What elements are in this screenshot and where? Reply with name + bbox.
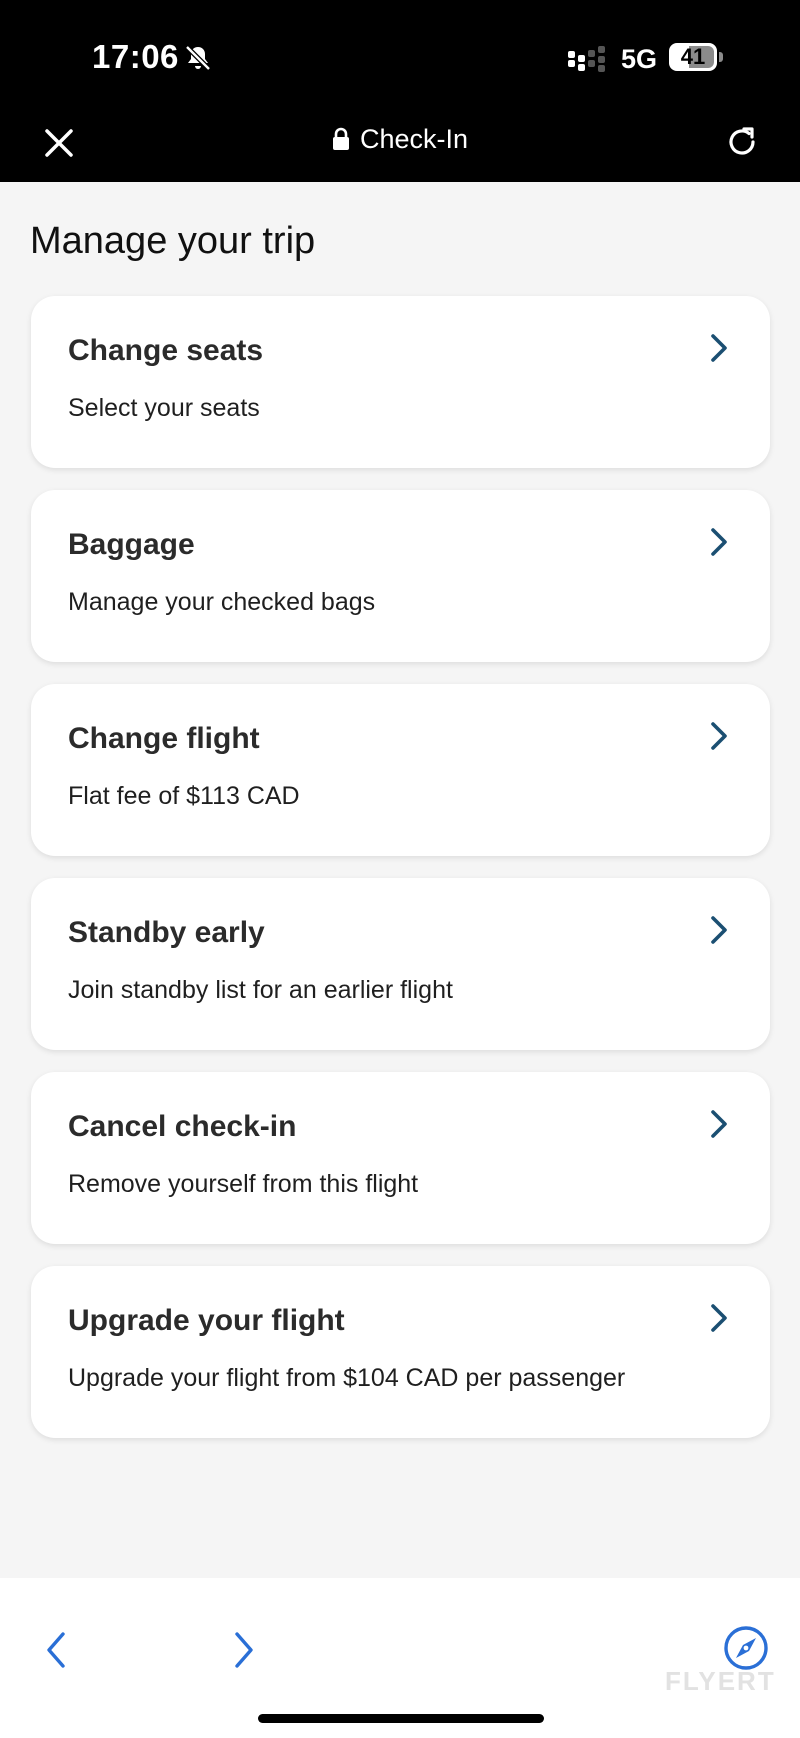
battery-level: 41 xyxy=(680,44,706,69)
chevron-right-icon xyxy=(711,1304,727,1332)
chevron-right-icon xyxy=(711,528,727,556)
chevron-right-icon xyxy=(711,334,727,362)
browser-toolbar: FLYERT xyxy=(0,1578,800,1738)
option-title: Baggage xyxy=(68,528,195,561)
option-cancel-check-in[interactable]: Cancel check-in Remove yourself from thi… xyxy=(31,1072,770,1244)
option-standby-early[interactable]: Standby early Join standby list for an e… xyxy=(31,878,770,1050)
battery-indicator: 41 xyxy=(669,43,725,73)
options-list: Change seats Select your seats Baggage M… xyxy=(31,296,770,1460)
header-title-text: Check-In xyxy=(359,124,469,154)
network-label: 5G xyxy=(621,44,658,74)
option-upgrade-flight[interactable]: Upgrade your flight Upgrade your flight … xyxy=(31,1266,770,1438)
option-subtitle: Flat fee of $113 CAD xyxy=(68,782,300,810)
forward-icon[interactable] xyxy=(232,1630,256,1670)
option-title: Change flight xyxy=(68,722,260,755)
top-bar: 17:06 5G 41 Check-In xyxy=(0,0,800,182)
option-title: Change seats xyxy=(68,334,264,367)
page-title: Manage your trip xyxy=(30,220,316,262)
option-baggage[interactable]: Baggage Manage your checked bags xyxy=(31,490,770,662)
back-icon[interactable] xyxy=(44,1630,68,1670)
compass-icon[interactable] xyxy=(722,1624,770,1672)
option-title: Standby early xyxy=(68,916,265,949)
option-subtitle: Join standby list for an earlier flight xyxy=(68,976,453,1004)
bell-slash-icon xyxy=(185,45,211,71)
option-subtitle: Upgrade your flight from $104 CAD per pa… xyxy=(68,1364,626,1392)
option-subtitle: Manage your checked bags xyxy=(68,588,376,616)
chevron-right-icon xyxy=(711,916,727,944)
status-time: 17:06 xyxy=(92,38,179,75)
option-change-flight[interactable]: Change flight Flat fee of $113 CAD xyxy=(31,684,770,856)
option-subtitle: Select your seats xyxy=(68,394,260,422)
chevron-right-icon xyxy=(711,1110,727,1138)
home-indicator[interactable] xyxy=(258,1714,544,1723)
option-subtitle: Remove yourself from this flight xyxy=(68,1170,419,1198)
chevron-right-icon xyxy=(711,722,727,750)
option-change-seats[interactable]: Change seats Select your seats xyxy=(31,296,770,468)
reload-icon[interactable] xyxy=(724,124,760,160)
option-title: Cancel check-in xyxy=(68,1110,297,1143)
header-title: Check-In xyxy=(0,124,800,155)
signal-icon xyxy=(568,46,605,72)
watermark-text: FLYERT xyxy=(665,1666,776,1696)
option-title: Upgrade your flight xyxy=(68,1304,345,1337)
lock-icon xyxy=(332,127,349,150)
